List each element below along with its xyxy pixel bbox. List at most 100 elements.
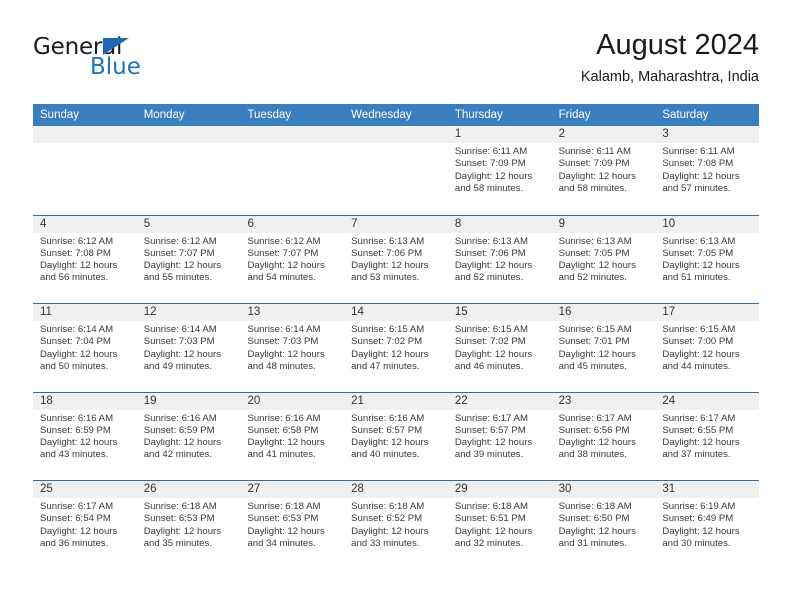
calendar-page: General Blue August 2024 Kalamb, Maharas… <box>0 0 792 612</box>
calendar-day-cell[interactable]: 27 Sunrise: 6:18 AM Sunset: 6:53 PM Dayli… <box>240 481 344 569</box>
day-number: 28 <box>351 483 364 495</box>
calendar-day-cell[interactable]: 30 Sunrise: 6:18 AM Sunset: 6:50 PM Dayli… <box>552 481 656 569</box>
day-sun-info: Sunrise: 6:18 AM Sunset: 6:53 PM Dayligh… <box>247 501 325 549</box>
day-sun-info: Sunrise: 6:16 AM Sunset: 6:59 PM Dayligh… <box>143 412 222 461</box>
calendar-day-cell-empty <box>33 126 137 215</box>
day-sun-info: Sunrise: 6:18 AM Sunset: 6:50 PM Dayligh… <box>558 501 636 549</box>
calendar-day-cell[interactable]: 15 Sunrise: 6:15 AM Sunset: 7:02 PM Dayli… <box>448 304 552 392</box>
calendar-day-cell[interactable]: 26 Sunrise: 6:18 AM Sunset: 6:53 PM Dayli… <box>137 481 241 569</box>
day-sun-info: Sunrise: 6:15 AM Sunset: 7:00 PM Dayligh… <box>662 324 740 372</box>
calendar-week-row: 11 Sunrise: 6:14 AM Sunset: 7:04 PM Dayli… <box>33 303 759 392</box>
calendar-day-cell[interactable]: 21 Sunrise: 6:16 AM Sunset: 6:57 PM Dayli… <box>344 393 448 481</box>
day-number: 25 <box>40 483 53 495</box>
calendar-day-cell[interactable]: 19 Sunrise: 6:16 AM Sunset: 6:59 PM Dayli… <box>137 393 241 481</box>
day-number: 26 <box>143 483 157 495</box>
weekday-header-row: Sunday Monday Tuesday Wednesday Thursday Frid… <box>33 104 759 126</box>
day-sun-info: Sunrise: 6:16 AM Sunset: 6:59 PM Dayligh… <box>40 412 118 461</box>
title-block: August 2024 Kalamb, Maharashtra, India <box>581 28 759 87</box>
calendar-day-cell[interactable]: 1 Sunrise: 6:11 AM Sunset: 7:09 PM Daylig… <box>448 126 552 215</box>
weekday-header-wednesday: Wednesday <box>351 109 412 121</box>
day-sun-info: Sunrise: 6:15 AM Sunset: 7:02 PM Dayligh… <box>454 324 533 372</box>
calendar-day-cell[interactable]: 25 Sunrise: 6:17 AM Sunset: 6:54 PM Dayli… <box>33 481 137 569</box>
calendar-day-cell[interactable]: 14 Sunrise: 6:15 AM Sunset: 7:02 PM Dayli… <box>344 304 448 392</box>
calendar-day-cell[interactable]: 5 Sunrise: 6:12 AM Sunset: 7:07 PM Daylig… <box>137 216 241 304</box>
calendar-day-cell[interactable]: 16 Sunrise: 6:15 AM Sunset: 7:01 PM Dayli… <box>552 304 656 392</box>
day-number: 17 <box>662 306 676 318</box>
calendar-day-cell[interactable]: 2 Sunrise: 6:11 AM Sunset: 7:09 PM Daylig… <box>552 126 656 215</box>
calendar-weeks: 1 Sunrise: 6:11 AM Sunset: 7:09 PM Daylig… <box>33 126 759 569</box>
day-sun-info: Sunrise: 6:13 AM Sunset: 7:05 PM Dayligh… <box>662 235 740 284</box>
calendar-day-cell[interactable]: 22 Sunrise: 6:17 AM Sunset: 6:57 PM Dayli… <box>448 393 552 481</box>
day-number: 16 <box>558 306 572 318</box>
day-number: 20 <box>247 394 261 407</box>
day-number: 30 <box>558 483 572 495</box>
day-sun-info: Sunrise: 6:16 AM Sunset: 6:57 PM Dayligh… <box>351 412 429 461</box>
day-sun-info: Sunrise: 6:13 AM Sunset: 7:06 PM Dayligh… <box>351 235 429 284</box>
weekday-header-saturday: Saturday <box>662 109 709 121</box>
day-sun-info: Sunrise: 6:17 AM Sunset: 6:54 PM Dayligh… <box>40 501 118 549</box>
calendar-day-cell[interactable]: 31 Sunrise: 6:19 AM Sunset: 6:49 PM Dayli… <box>655 481 759 569</box>
day-sun-info: Sunrise: 6:13 AM Sunset: 7:05 PM Dayligh… <box>558 235 636 284</box>
calendar-day-cell[interactable]: 17 Sunrise: 6:15 AM Sunset: 7:00 PM Dayli… <box>655 304 759 392</box>
day-number: 8 <box>454 217 462 230</box>
page-subtitle: Kalamb, Maharashtra, India <box>580 69 759 85</box>
day-sun-info: Sunrise: 6:18 AM Sunset: 6:51 PM Dayligh… <box>454 501 533 549</box>
day-sun-info: Sunrise: 6:18 AM Sunset: 6:52 PM Dayligh… <box>351 501 429 549</box>
calendar-day-cell[interactable]: 10 Sunrise: 6:13 AM Sunset: 7:05 PM Dayli… <box>655 216 759 304</box>
calendar-day-cell[interactable]: 23 Sunrise: 6:17 AM Sunset: 6:56 PM Dayli… <box>552 393 656 481</box>
calendar-day-cell[interactable]: 28 Sunrise: 6:18 AM Sunset: 6:52 PM Dayli… <box>344 481 448 569</box>
calendar-day-cell[interactable]: 12 Sunrise: 6:14 AM Sunset: 7:03 PM Dayli… <box>137 304 241 392</box>
weekday-header-thursday: Thursday <box>454 109 503 121</box>
day-sun-info: Sunrise: 6:13 AM Sunset: 7:06 PM Dayligh… <box>454 235 533 284</box>
calendar-day-cell[interactable]: 3 Sunrise: 6:11 AM Sunset: 7:08 PM Daylig… <box>655 126 759 215</box>
calendar-day-cell[interactable]: 18 Sunrise: 6:16 AM Sunset: 6:59 PM Dayli… <box>33 393 137 481</box>
day-sun-info: Sunrise: 6:19 AM Sunset: 6:49 PM Dayligh… <box>662 501 740 549</box>
day-number: 14 <box>351 306 364 318</box>
calendar-day-cell-empty <box>344 126 448 215</box>
calendar-day-cell[interactable]: 9 Sunrise: 6:13 AM Sunset: 7:05 PM Daylig… <box>552 216 656 304</box>
day-number: 1 <box>454 128 462 140</box>
day-number: 29 <box>454 483 468 495</box>
calendar-day-cell[interactable]: 13 Sunrise: 6:14 AM Sunset: 7:03 PM Dayli… <box>240 304 344 392</box>
day-number: 22 <box>454 394 468 407</box>
day-sun-info: Sunrise: 6:16 AM Sunset: 6:58 PM Dayligh… <box>247 412 325 461</box>
day-number: 13 <box>247 306 261 318</box>
day-number: 7 <box>351 217 358 230</box>
general-blue-logo: General Blue <box>33 36 253 86</box>
day-number: 19 <box>143 394 157 407</box>
page-title: August 2024 <box>596 29 759 61</box>
day-sun-info: Sunrise: 6:17 AM Sunset: 6:57 PM Dayligh… <box>454 412 533 461</box>
day-sun-info: Sunrise: 6:14 AM Sunset: 7:04 PM Dayligh… <box>40 324 118 372</box>
day-number: 21 <box>351 394 364 407</box>
day-number <box>40 126 130 143</box>
day-number: 24 <box>662 394 676 407</box>
calendar-day-cell[interactable]: 11 Sunrise: 6:14 AM Sunset: 7:04 PM Dayli… <box>33 304 137 392</box>
day-number: 12 <box>143 306 157 318</box>
day-number: 27 <box>247 483 261 495</box>
day-number: 31 <box>662 483 676 495</box>
day-sun-info: Sunrise: 6:12 AM Sunset: 7:07 PM Dayligh… <box>247 235 325 284</box>
calendar-day-cell-empty <box>240 126 344 215</box>
calendar-day-cell[interactable]: 8 Sunrise: 6:13 AM Sunset: 7:06 PM Daylig… <box>448 216 552 304</box>
calendar-day-cell[interactable]: 7 Sunrise: 6:13 AM Sunset: 7:06 PM Daylig… <box>344 216 448 304</box>
calendar-day-cell[interactable]: 24 Sunrise: 6:17 AM Sunset: 6:55 PM Dayli… <box>655 393 759 481</box>
day-sun-info: Sunrise: 6:17 AM Sunset: 6:56 PM Dayligh… <box>558 412 636 461</box>
day-number: 6 <box>247 217 254 230</box>
day-sun-info: Sunrise: 6:12 AM Sunset: 7:07 PM Dayligh… <box>143 235 222 284</box>
day-sun-info: Sunrise: 6:11 AM Sunset: 7:09 PM Dayligh… <box>558 146 636 194</box>
calendar-day-cell[interactable]: 6 Sunrise: 6:12 AM Sunset: 7:07 PM Daylig… <box>240 216 344 304</box>
day-number <box>144 126 234 143</box>
day-sun-info: Sunrise: 6:18 AM Sunset: 6:53 PM Dayligh… <box>143 501 222 549</box>
calendar-week-row: 18 Sunrise: 6:16 AM Sunset: 6:59 PM Dayli… <box>33 391 759 481</box>
day-number: 23 <box>558 394 572 407</box>
calendar-day-cell[interactable]: 20 Sunrise: 6:16 AM Sunset: 6:58 PM Dayli… <box>240 393 344 481</box>
day-sun-info: Sunrise: 6:15 AM Sunset: 7:01 PM Dayligh… <box>558 324 636 372</box>
day-number: 11 <box>40 306 52 318</box>
day-sun-info: Sunrise: 6:14 AM Sunset: 7:03 PM Dayligh… <box>247 324 325 372</box>
calendar-day-cell[interactable]: 29 Sunrise: 6:18 AM Sunset: 6:51 PM Dayli… <box>448 481 552 569</box>
page-header: General Blue August 2024 Kalamb, Maharas… <box>33 28 759 94</box>
day-number <box>247 126 337 143</box>
day-sun-info: Sunrise: 6:11 AM Sunset: 7:09 PM Dayligh… <box>454 146 533 194</box>
day-number <box>351 126 441 143</box>
calendar-day-cell[interactable]: 4 Sunrise: 6:12 AM Sunset: 7:08 PM Daylig… <box>33 216 137 304</box>
